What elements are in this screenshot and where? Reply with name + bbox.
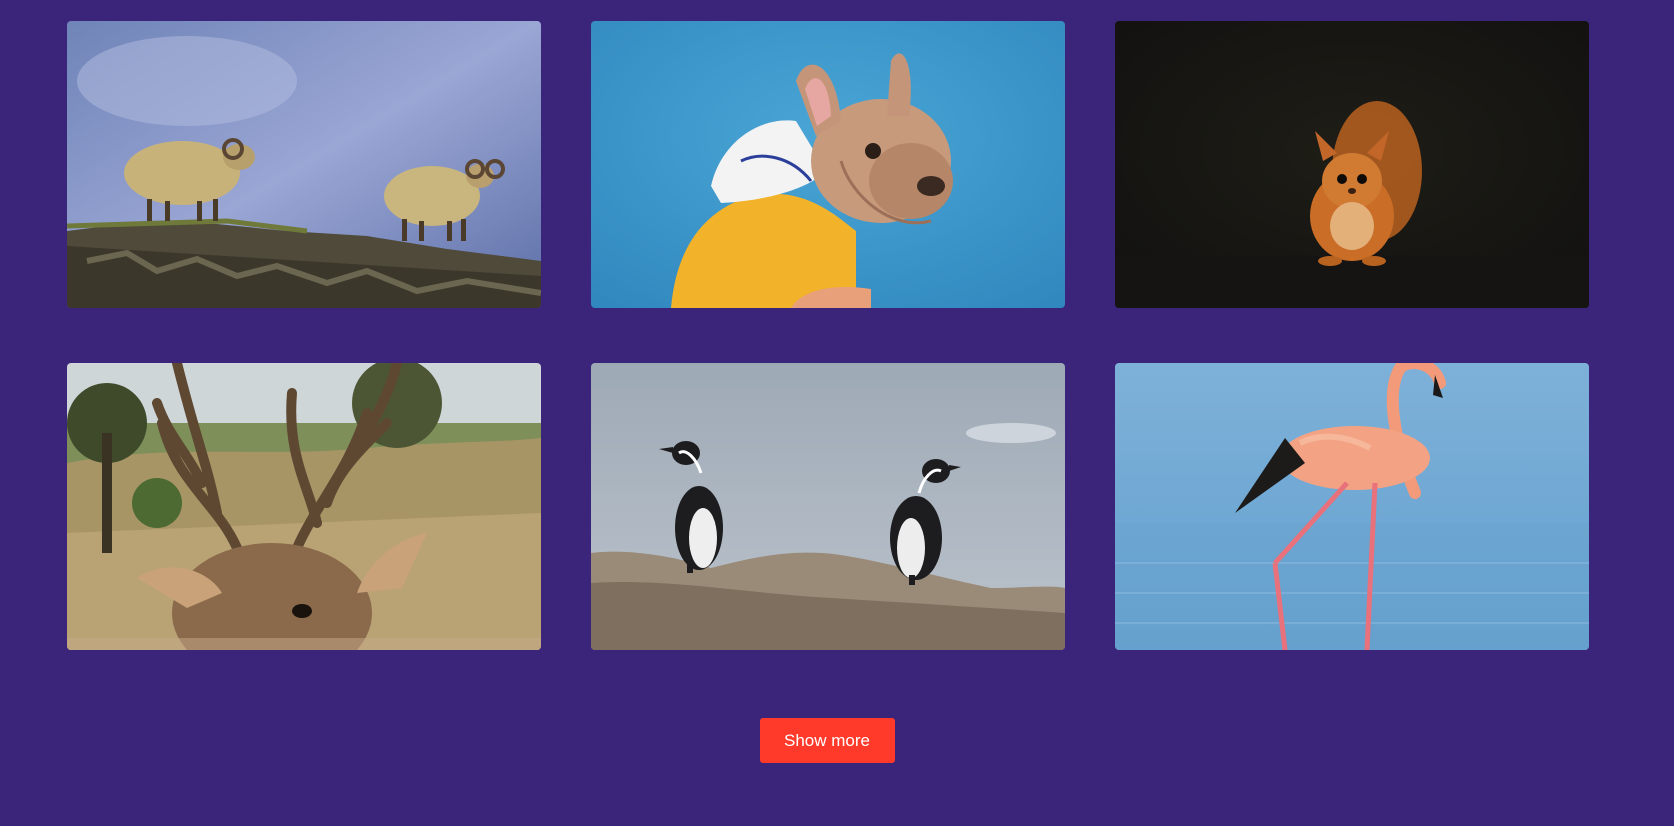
gallery-card-dog[interactable] — [591, 21, 1065, 308]
gallery-card-flamingo[interactable] — [1115, 363, 1589, 650]
flamingo-image — [1115, 363, 1589, 650]
sheep-image — [67, 21, 541, 308]
gallery-card-sheep[interactable] — [67, 21, 541, 308]
gallery-card-deer[interactable] — [67, 363, 541, 650]
show-more-button[interactable]: Show more — [759, 718, 895, 763]
squirrel-image — [1115, 21, 1589, 308]
gallery-card-penguins[interactable] — [591, 363, 1065, 650]
gallery-card-squirrel[interactable] — [1115, 21, 1589, 308]
penguins-image — [591, 363, 1065, 650]
show-more-container: Show more — [0, 718, 1674, 764]
deer-image — [67, 363, 541, 650]
image-gallery — [67, 21, 1589, 650]
page: Show more — [0, 0, 1674, 826]
dog-image — [591, 21, 1065, 308]
